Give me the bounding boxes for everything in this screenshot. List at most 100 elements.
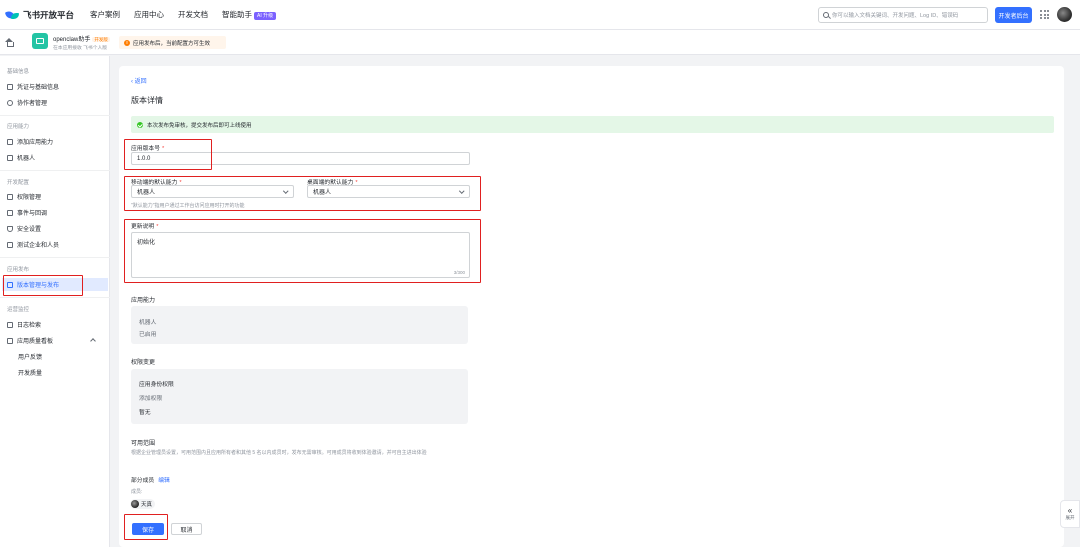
permission-section-title: 权限变更 [131,360,156,366]
log-icon [7,321,13,328]
capability-item: 机器人 [139,320,157,326]
back-link[interactable]: ‹ 返回 [131,76,147,85]
success-banner: 本次发布免审核，提交发布后即可上线使用 [131,116,1054,133]
sidebar-item-credentials[interactable]: 凭证与基础信息 [7,80,105,93]
brand-logo[interactable]: 飞书开放平台 [6,9,74,21]
sidebar-item-test-tenants[interactable]: 测试企业和人员 [7,238,105,251]
sidebar-item-events[interactable]: 事件与回调 [7,206,105,219]
required-mark: * [156,224,159,230]
apps-grid-icon[interactable] [1040,10,1049,19]
expand-panel-button[interactable]: « 展开 [1060,500,1080,528]
event-icon [7,209,13,216]
success-banner-text: 本次发布免审核，提交发布后即可上线使用 [147,122,252,129]
sidebar-item-version-release[interactable]: 版本管理与发布 [2,278,108,291]
scope-member-label: 部分成员 [131,478,155,484]
sidebar-item-label: 开发质量 [18,371,43,377]
check-circle-icon [137,121,143,128]
sidebar-divider [0,257,110,258]
sidebar: 基础信息 凭证与基础信息 协作者管理 应用能力 添加应用能力 机器人 开发配置 … [0,56,110,547]
sidebar-item-security[interactable]: 安全设置 [7,222,105,235]
version-label: 应用版本号 * [131,143,164,152]
permission-added-label: 添加权限 [139,396,163,402]
app-subtitle: 在本应用接收 飞书个人版 [53,46,108,51]
sidebar-item-label: 权限管理 [17,195,42,201]
chevron-down-icon [282,188,288,194]
search-input[interactable]: 你可以输入文档关键词、开发问题、Log ID、错误码 [818,7,988,23]
notes-label-text: 更新说明 [131,224,155,230]
mobile-default-select[interactable]: 机器人 [131,185,294,198]
sidebar-item-feedback[interactable]: 用户反馈 [7,350,105,363]
page-title: 版本详情 [131,96,163,105]
ai-badge: AI 升级 [254,12,277,20]
capability-box: 机器人 已启用 [131,306,468,344]
chevron-up-icon [90,338,96,344]
app-name-text: openclaw助手 [53,37,91,43]
sidebar-section-release: 应用发布 [7,267,30,273]
top-nav: 飞书开放平台 客户案例 应用中心 开发文档 智能助手 AI 升级 你可以输入文档关… [0,0,1080,30]
permission-none: 暂无 [139,410,151,416]
sidebar-item-add-capability[interactable]: 添加应用能力 [7,135,105,148]
sidebar-section-dev: 开发配置 [7,180,30,186]
desktop-default-value: 机器人 [313,190,332,196]
version-detail-card: ‹ 返回 版本详情 本次发布免审核，提交发布后即可上线使用 应用版本号 * 1.0… [119,66,1064,547]
sidebar-item-label: 日志检索 [17,323,42,329]
cancel-button[interactable]: 取消 [171,523,202,535]
save-button[interactable]: 保存 [132,523,164,535]
sidebar-item-bot[interactable]: 机器人 [7,151,105,164]
sidebar-item-label: 凭证与基础信息 [17,85,60,91]
search-icon [823,12,829,18]
dashboard-icon [7,337,13,344]
sidebar-item-label: 测试企业和人员 [17,243,60,249]
double-chevron-left-icon: « [1067,506,1073,515]
user-icon [7,99,13,106]
sidebar-item-collaborators[interactable]: 协作者管理 [7,96,105,109]
back-link-text: 返回 [134,79,147,85]
nav-link-cases[interactable]: 客户案例 [90,9,120,20]
version-input[interactable]: 1.0.0 [131,152,470,165]
sidebar-item-dev-quality[interactable]: 开发质量 [7,366,105,379]
app-avatar [32,33,48,49]
sidebar-divider [0,170,110,171]
sidebar-item-permissions[interactable]: 权限管理 [7,190,105,203]
sidebar-item-quality[interactable]: 应用质量看板 [7,334,105,347]
sidebar-section-basic: 基础信息 [7,69,30,75]
nav-link-app-center[interactable]: 应用中心 [134,9,164,20]
scope-section-title: 可用范围 [131,441,156,447]
permission-icon [7,193,13,200]
sidebar-item-label: 事件与回调 [17,211,48,217]
notes-counter: 3/300 [453,270,465,275]
sidebar-item-label: 添加应用能力 [17,140,54,146]
feishu-logo-icon [6,10,19,20]
permission-box: 应用身份权限 添加权限 暂无 [131,369,468,424]
desktop-default-select[interactable]: 机器人 [307,185,470,198]
sidebar-item-label: 协作者管理 [17,101,48,107]
permission-group: 应用身份权限 [139,382,174,388]
notes-textarea[interactable]: 初始化 3/300 [131,232,470,278]
nav-link-assistant[interactable]: 智能助手 AI 升级 [222,9,277,20]
notes-value: 初始化 [137,240,156,246]
version-icon [7,281,13,288]
sidebar-item-label: 应用质量看板 [17,339,54,345]
sidebar-divider [0,115,110,116]
notes-label: 更新说明 * [131,221,158,230]
member-chip: 天真 [130,499,156,509]
home-icon[interactable] [5,38,14,47]
developer-console-button[interactable]: 开发者后台 [995,7,1032,23]
sidebar-item-label: 安全设置 [17,227,42,233]
expand-label: 展开 [1065,515,1075,520]
app-header: openclaw助手 开发版 在本应用接收 飞书个人版 ! 应用发布后，当前配置方… [0,30,1080,55]
capability-section-title: 应用能力 [131,298,156,304]
sidebar-section-monitor: 运营监控 [7,307,30,313]
scope-description: 根据企业管理员设置，可用范围内且应用所有者和其他 5 名以内成员时，发布无需审核… [131,450,427,456]
sidebar-section-capability: 应用能力 [7,124,30,130]
default-capability-hint: "默认能力"指用户通过工作台访问应用时打开的功能 [131,203,245,209]
nav-link-docs[interactable]: 开发文档 [178,9,208,20]
sidebar-item-label: 用户反馈 [18,355,43,361]
user-avatar[interactable] [1057,7,1072,22]
test-icon [7,241,13,248]
sidebar-item-label: 版本管理与发布 [17,283,60,289]
app-name[interactable]: openclaw助手 开发版 [53,34,110,43]
shield-icon [7,225,13,232]
scope-edit-link[interactable]: 编辑 [158,478,170,484]
sidebar-item-logs[interactable]: 日志检索 [7,318,105,331]
